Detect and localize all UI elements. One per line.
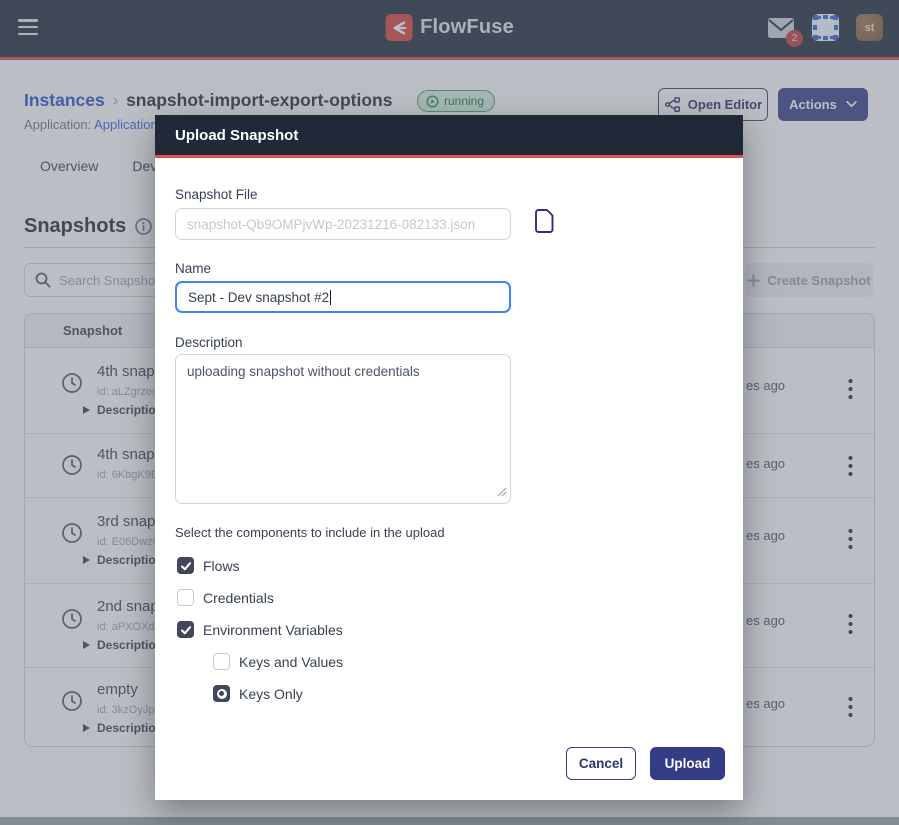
app-window: FlowFuse 2	[0, 0, 899, 825]
environment-variables-checkbox[interactable]	[177, 621, 194, 638]
checkbox-row-flows[interactable]: Flows	[177, 557, 240, 574]
dialog-header: Upload Snapshot	[155, 115, 743, 158]
cancel-button[interactable]: Cancel	[566, 747, 636, 780]
keys-only-radio[interactable]	[213, 685, 230, 702]
radio-dot	[217, 689, 227, 699]
snapshot-file-label: Snapshot File	[175, 187, 258, 202]
name-value: Sept - Dev snapshot #2	[188, 290, 329, 305]
choose-file-button[interactable]	[533, 208, 557, 239]
description-label: Description	[175, 335, 243, 350]
keys-only-label: Keys Only	[239, 686, 303, 702]
text-caret	[330, 290, 331, 305]
description-value: uploading snapshot without credentials	[187, 364, 420, 379]
credentials-checkbox[interactable]	[177, 589, 194, 606]
upload-snapshot-dialog: Upload Snapshot Snapshot File snapshot-Q…	[155, 115, 743, 800]
description-textarea[interactable]: uploading snapshot without credentials	[175, 354, 511, 504]
radio-row-keys-only[interactable]: Keys Only	[213, 685, 303, 702]
keys-and-values-radio[interactable]	[213, 653, 230, 670]
checkbox-row-credentials[interactable]: Credentials	[177, 589, 274, 606]
flows-checkbox[interactable]	[177, 557, 194, 574]
snapshot-file-placeholder: snapshot-Qb9OMPjvWp-20231216-082133.json	[187, 217, 475, 232]
flows-label: Flows	[203, 558, 240, 574]
name-input[interactable]: Sept - Dev snapshot #2	[175, 281, 511, 313]
document-icon	[533, 208, 557, 234]
snapshot-file-input[interactable]: snapshot-Qb9OMPjvWp-20231216-082133.json	[175, 208, 511, 240]
name-label: Name	[175, 261, 211, 276]
checkbox-row-environment-variables[interactable]: Environment Variables	[177, 621, 343, 638]
resize-handle[interactable]	[497, 485, 507, 500]
radio-row-keys-and-values[interactable]: Keys and Values	[213, 653, 343, 670]
dialog-body: Snapshot File snapshot-Qb9OMPjvWp-202312…	[155, 158, 743, 797]
credentials-label: Credentials	[203, 590, 274, 606]
upload-button[interactable]: Upload	[650, 747, 725, 780]
environment-variables-label: Environment Variables	[203, 622, 343, 638]
dialog-title: Upload Snapshot	[175, 127, 298, 144]
components-label: Select the components to include in the …	[175, 525, 445, 540]
keys-and-values-label: Keys and Values	[239, 654, 343, 670]
